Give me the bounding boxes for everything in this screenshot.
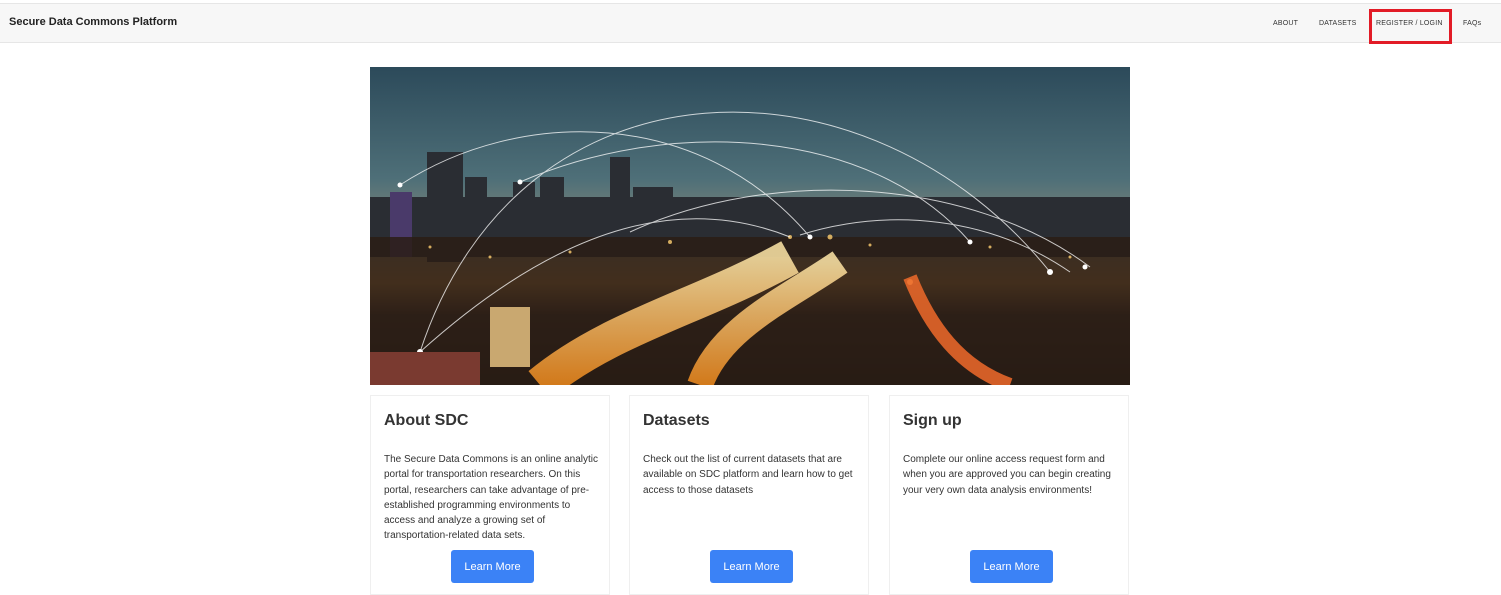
nav-faqs[interactable]: FAQs — [1463, 20, 1481, 27]
card-text: Check out the list of current datasets t… — [643, 454, 853, 496]
about-sdc-card: About SDC The Secure Data Commons is an … — [370, 395, 610, 595]
nav-about[interactable]: ABOUT — [1273, 20, 1298, 27]
about-learn-more-button[interactable]: Learn More — [451, 550, 534, 583]
card-text: The Secure Data Commons is an online ana… — [384, 454, 598, 542]
datasets-card: Datasets Check out the list of current d… — [629, 395, 869, 595]
register-login-highlight — [1369, 9, 1452, 44]
signup-learn-more-button[interactable]: Learn More — [970, 550, 1053, 583]
nav-datasets[interactable]: DATASETS — [1319, 20, 1357, 27]
datasets-learn-more-button[interactable]: Learn More — [710, 550, 793, 583]
top-navbar: Secure Data Commons Platform ABOUT DATAS… — [0, 3, 1501, 44]
card-title: Datasets — [643, 412, 710, 429]
hero-image — [370, 67, 1130, 385]
brand-link[interactable]: Secure Data Commons Platform — [9, 16, 177, 28]
card-title: Sign up — [903, 412, 962, 429]
card-text: Complete our online access request form … — [903, 454, 1111, 496]
card-title: About SDC — [384, 412, 469, 429]
sign-up-card: Sign up Complete our online access reque… — [889, 395, 1129, 595]
